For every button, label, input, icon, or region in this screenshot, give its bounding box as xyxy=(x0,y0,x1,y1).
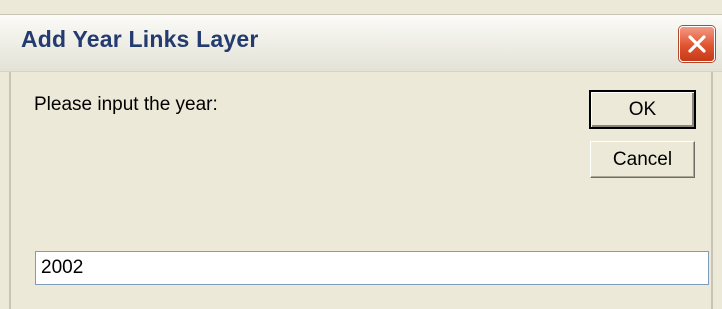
year-input[interactable] xyxy=(35,251,709,285)
cancel-button[interactable]: Cancel xyxy=(590,141,695,178)
title-bar[interactable]: Add Year Links Layer xyxy=(0,14,722,72)
ok-button[interactable]: OK xyxy=(589,90,696,129)
close-icon xyxy=(688,35,706,53)
prompt-label: Please input the year: xyxy=(34,94,218,115)
dialog-title: Add Year Links Layer xyxy=(21,26,259,52)
close-button[interactable] xyxy=(679,26,715,62)
dialog-window: Add Year Links Layer Please input the ye… xyxy=(0,0,722,309)
